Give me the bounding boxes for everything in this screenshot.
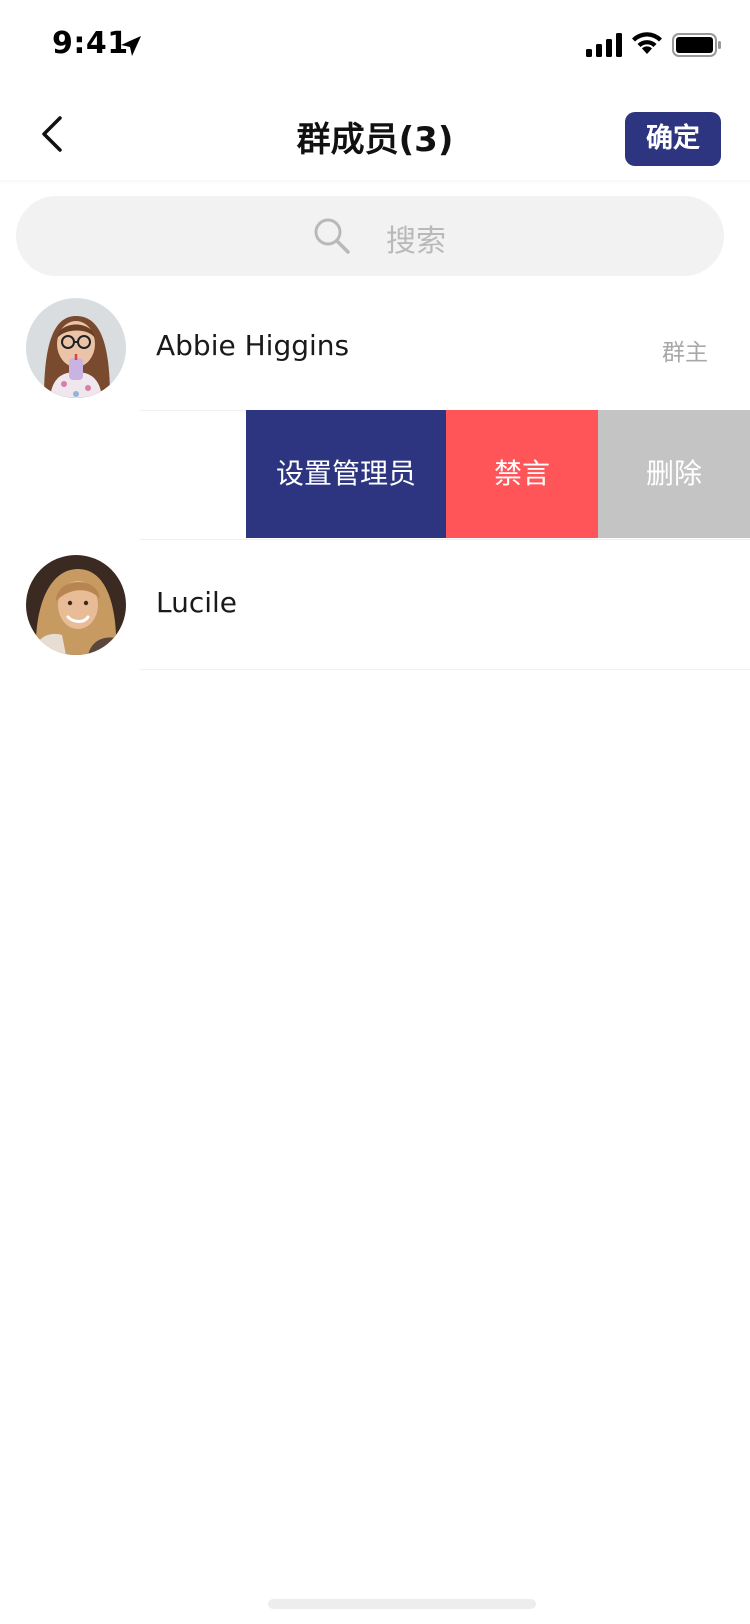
divider <box>140 669 750 670</box>
member-name: Lucile <box>156 586 238 619</box>
swiped-member-row: 设置管理员 禁言 删除 <box>0 410 750 540</box>
location-arrow-icon <box>121 36 141 56</box>
avatar <box>26 298 126 398</box>
screen: 9:41 群成员(3) 确定 搜索 Abbie Higgins 群主 设置管理员… <box>0 0 750 1624</box>
member-row-abbie[interactable]: Abbie Higgins 群主 <box>0 283 750 413</box>
cellular-signal-icon <box>586 33 622 57</box>
confirm-button[interactable]: 确定 <box>625 112 721 166</box>
delete-button[interactable]: 删除 <box>598 410 750 538</box>
home-indicator[interactable] <box>268 1599 536 1609</box>
wifi-icon <box>632 32 662 54</box>
search-placeholder: 搜索 <box>386 224 446 259</box>
mute-button[interactable]: 禁言 <box>446 410 598 538</box>
status-time: 9:41 <box>52 26 129 61</box>
status-bar: 9:41 <box>0 0 750 88</box>
member-row-lucile[interactable]: Lucile <box>0 540 750 670</box>
avatar-image <box>26 298 126 398</box>
battery-icon <box>672 33 721 57</box>
member-role-badge: 群主 <box>662 340 708 366</box>
member-name: Abbie Higgins <box>156 329 350 362</box>
divider <box>140 410 246 411</box>
search-input[interactable]: 搜索 <box>16 196 724 276</box>
search-icon <box>314 218 350 254</box>
nav-bar: 群成员(3) 确定 <box>0 88 750 180</box>
avatar-image <box>26 555 126 655</box>
avatar <box>26 555 126 655</box>
set-admin-button[interactable]: 设置管理员 <box>246 410 446 538</box>
